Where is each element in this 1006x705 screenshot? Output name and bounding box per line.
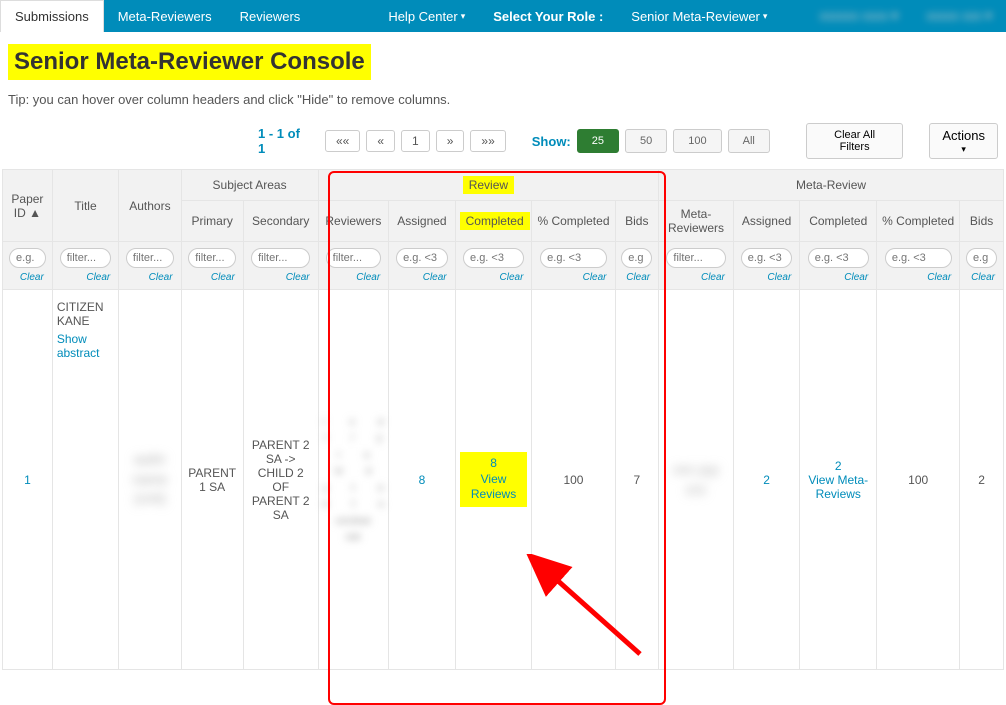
- role-dropdown[interactable]: Senior Meta-Reviewer▾: [617, 0, 781, 32]
- show-abstract-link[interactable]: Show abstract: [57, 332, 114, 360]
- col-primary[interactable]: Primary: [181, 201, 243, 242]
- col-group-subject-areas: Subject Areas: [181, 170, 318, 201]
- user-menu-2[interactable]: xxxxx xxx ▾: [912, 8, 1006, 24]
- primary-sa: PARENT 1 SA: [181, 290, 243, 670]
- filter-assigned[interactable]: [396, 248, 448, 268]
- m-pct-completed: 100: [877, 290, 960, 670]
- clear-filter[interactable]: Clear: [663, 272, 729, 283]
- caret-down-icon: ▾: [763, 11, 768, 22]
- col-m-pct-completed[interactable]: % Completed: [877, 201, 960, 242]
- filter-pct[interactable]: [540, 248, 607, 268]
- filter-m-assigned[interactable]: [741, 248, 793, 268]
- clear-filter[interactable]: Clear: [536, 272, 610, 283]
- filter-secondary[interactable]: [251, 248, 310, 268]
- filter-primary[interactable]: [188, 248, 236, 268]
- table-row: 1 CITIZEN KANE Show abstract authr name …: [3, 290, 1004, 670]
- show-100[interactable]: 100: [673, 129, 721, 153]
- paper-id-link[interactable]: 1: [24, 473, 31, 487]
- role-value: Senior Meta-Reviewer: [631, 9, 760, 24]
- col-group-review: Review: [318, 170, 659, 201]
- reviewers-cell: r x e t / y r u w e y t o e t u unclear …: [323, 414, 385, 546]
- col-m-assigned[interactable]: Assigned: [733, 201, 799, 242]
- col-bids[interactable]: Bids: [615, 201, 659, 242]
- pager-next[interactable]: »: [436, 130, 465, 152]
- clear-filter[interactable]: Clear: [881, 272, 955, 283]
- filter-m-bids[interactable]: [966, 248, 997, 268]
- submissions-table: Paper ID ▲ Title Authors Subject Areas R…: [2, 169, 1004, 670]
- col-m-completed[interactable]: Completed: [800, 201, 877, 242]
- col-secondary[interactable]: Secondary: [243, 201, 318, 242]
- caret-down-icon: ▾: [461, 11, 466, 22]
- col-m-bids[interactable]: Bids: [960, 201, 1004, 242]
- sort-asc-icon: ▲: [29, 206, 41, 220]
- filter-paper-id[interactable]: [9, 248, 46, 268]
- col-authors[interactable]: Authors: [119, 170, 181, 242]
- pager-page[interactable]: 1: [401, 130, 430, 152]
- col-paper-id[interactable]: Paper ID ▲: [3, 170, 53, 242]
- pager-prev[interactable]: «: [366, 130, 395, 152]
- m-bids-count: 2: [960, 290, 1004, 670]
- bids-count: 7: [615, 290, 659, 670]
- pager-last[interactable]: »»: [470, 130, 505, 152]
- help-center-dropdown[interactable]: Help Center ▾: [374, 0, 479, 32]
- authors-cell: authr name (cmt): [123, 450, 176, 509]
- secondary-sa: PARENT 2 SA -> CHILD 2 OF PARENT 2 SA: [243, 290, 318, 670]
- user-menu-1[interactable]: xxxxxx xxxx ▾: [806, 8, 913, 24]
- select-role-label: Select Your Role :: [479, 0, 617, 32]
- filter-reviewers[interactable]: [326, 248, 381, 268]
- toolbar: 1 - 1 of 1 «« « 1 » »» Show: 25 50 100 A…: [0, 119, 1006, 169]
- filter-completed[interactable]: [463, 248, 524, 268]
- clear-filter[interactable]: Clear: [460, 272, 528, 283]
- col-meta-reviewers[interactable]: Meta-Reviewers: [659, 201, 734, 242]
- filter-authors[interactable]: [126, 248, 174, 268]
- col-pct-completed[interactable]: % Completed: [532, 201, 615, 242]
- view-meta-reviews-link[interactable]: 2 View Meta-Reviews: [808, 459, 868, 501]
- view-reviews-link[interactable]: 8 View Reviews: [460, 452, 528, 507]
- pager-first[interactable]: ««: [325, 130, 360, 152]
- top-nav: Submissions Meta-Reviewers Reviewers Hel…: [0, 0, 1006, 32]
- clear-filter[interactable]: Clear: [323, 272, 385, 283]
- clear-all-filters-button[interactable]: Clear All Filters: [806, 123, 904, 159]
- actions-dropdown[interactable]: Actions: [929, 123, 998, 158]
- show-label: Show:: [532, 134, 571, 149]
- tab-meta-reviewers[interactable]: Meta-Reviewers: [104, 0, 226, 32]
- paper-title: CITIZEN KANE: [57, 300, 104, 328]
- clear-filter[interactable]: Clear: [620, 272, 655, 283]
- clear-filter[interactable]: Clear: [123, 272, 176, 283]
- m-assigned-count[interactable]: 2: [763, 473, 770, 487]
- pct-completed: 100: [532, 290, 615, 670]
- col-group-meta-review: Meta-Review: [659, 170, 1004, 201]
- result-range: 1 - 1 of 1: [258, 126, 309, 156]
- show-50[interactable]: 50: [625, 129, 667, 153]
- filter-m-pct[interactable]: [885, 248, 952, 268]
- col-assigned[interactable]: Assigned: [389, 201, 455, 242]
- filter-m-completed[interactable]: [808, 248, 869, 268]
- clear-filter[interactable]: Clear: [7, 272, 48, 283]
- meta-reviewers-cell: xxx yyy zzz: [663, 460, 729, 499]
- filter-title[interactable]: [60, 248, 112, 268]
- show-all[interactable]: All: [728, 129, 770, 153]
- clear-filter[interactable]: Clear: [248, 272, 314, 283]
- col-reviewers[interactable]: Reviewers: [318, 201, 389, 242]
- col-title[interactable]: Title: [52, 170, 118, 242]
- assigned-count[interactable]: 8: [419, 473, 426, 487]
- page-title: Senior Meta-Reviewer Console: [8, 44, 371, 80]
- clear-filter[interactable]: Clear: [57, 272, 114, 283]
- tip-text: Tip: you can hover over column headers a…: [8, 92, 1006, 107]
- filter-bids[interactable]: [621, 248, 652, 268]
- clear-filter[interactable]: Clear: [393, 272, 450, 283]
- clear-filter[interactable]: Clear: [964, 272, 999, 283]
- show-25[interactable]: 25: [577, 129, 619, 153]
- help-center-label: Help Center: [388, 9, 457, 24]
- clear-filter[interactable]: Clear: [738, 272, 795, 283]
- clear-filter[interactable]: Clear: [804, 272, 872, 283]
- filter-meta-reviewers[interactable]: [666, 248, 725, 268]
- tab-reviewers[interactable]: Reviewers: [226, 0, 315, 32]
- tab-submissions[interactable]: Submissions: [0, 0, 104, 32]
- col-completed[interactable]: Completed: [455, 201, 532, 242]
- clear-filter[interactable]: Clear: [186, 272, 239, 283]
